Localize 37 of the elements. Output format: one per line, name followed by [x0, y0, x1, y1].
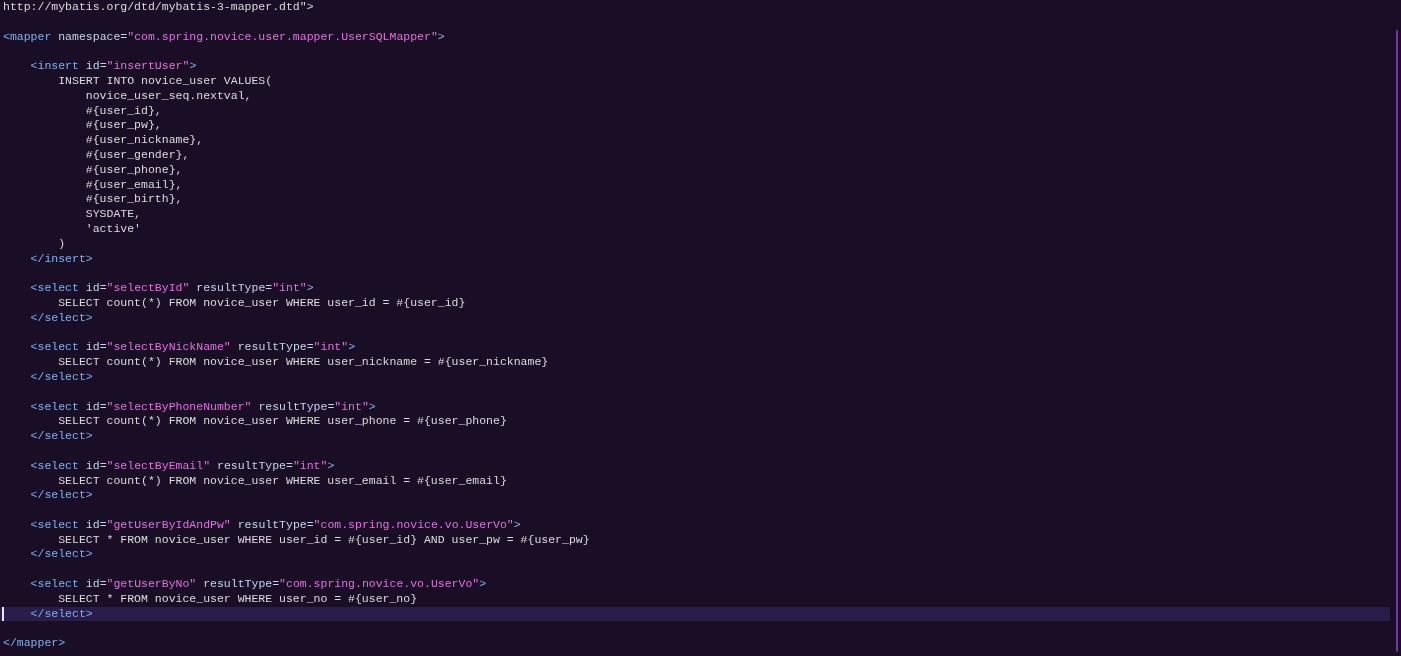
text-cursor	[2, 606, 4, 622]
code-line: <select id="selectByNickName" resultType="int">	[29, 340, 356, 356]
code-line: </select>	[29, 369, 93, 385]
code-line: #{user_nickname},	[84, 133, 204, 148]
code-line: )	[57, 236, 66, 252]
code-line: </select>	[29, 429, 93, 444]
code-line: SELECT count(*) FROM novice_user WHERE user_email = #{user_email}	[57, 473, 507, 489]
code-line: <select id="getUserByIdAndPw" resultType="com.spring.novice.vo.UserVo">	[29, 517, 521, 533]
code-line: <insert id="insertUser">	[29, 59, 197, 74]
code-line: SELECT * FROM novice_user WHERE user_id = #{user_id} AND user_pw = #{user_pw}	[57, 532, 590, 548]
code-line: <select id="selectByEmail" resultType="int">	[29, 458, 335, 474]
code-line: </select>	[29, 547, 93, 563]
code-line: </mapper>	[3, 636, 66, 652]
code-line: SYSDATE,	[84, 207, 142, 222]
code-line: #{user_id},	[84, 103, 162, 119]
code-line: http://mybatis.org/dtd/mybatis-3-mapper.dtd">	[3, 0, 314, 15]
code-line: SELECT count(*) FROM novice_user WHERE user_id = #{user_id}	[57, 295, 466, 311]
code-line: <select id="selectById" resultType="int">	[29, 281, 314, 296]
code-line: <select id="selectByPhoneNumber" resultType="int">	[29, 399, 376, 415]
code-line: <select id="getUserByNo" resultType="com.spring.novice.vo.UserVo">	[29, 577, 487, 592]
code-line: </select>	[29, 606, 93, 622]
code-line: <mapper namespace="com.spring.novice.user.mapper.UserSQLMapper">	[3, 29, 445, 45]
code-line: </select>	[29, 488, 93, 504]
code-line: novice_user_seq.nextval,	[84, 88, 252, 104]
code-line: #{user_pw},	[84, 118, 162, 134]
code-line: #{user_birth},	[84, 192, 183, 208]
code-line: SELECT * FROM novice_user WHERE user_no = #{user_no}	[57, 591, 418, 607]
code-line: </select>	[29, 310, 93, 326]
code-line: #{user_gender},	[84, 147, 190, 163]
code-line: #{user_email},	[84, 177, 183, 193]
code-line: INSERT INTO novice_user VALUES(	[57, 74, 273, 89]
code-line: </insert>	[29, 251, 93, 267]
code-line: #{user_phone},	[84, 162, 183, 178]
scrollbar[interactable]	[1396, 30, 1398, 652]
code-line: SELECT count(*) FROM novice_user WHERE user_phone = #{user_phone}	[57, 414, 507, 430]
code-line: SELECT count(*) FROM novice_user WHERE user_nickname = #{user_nickname}	[57, 355, 549, 370]
code-line: 'active'	[84, 221, 142, 237]
